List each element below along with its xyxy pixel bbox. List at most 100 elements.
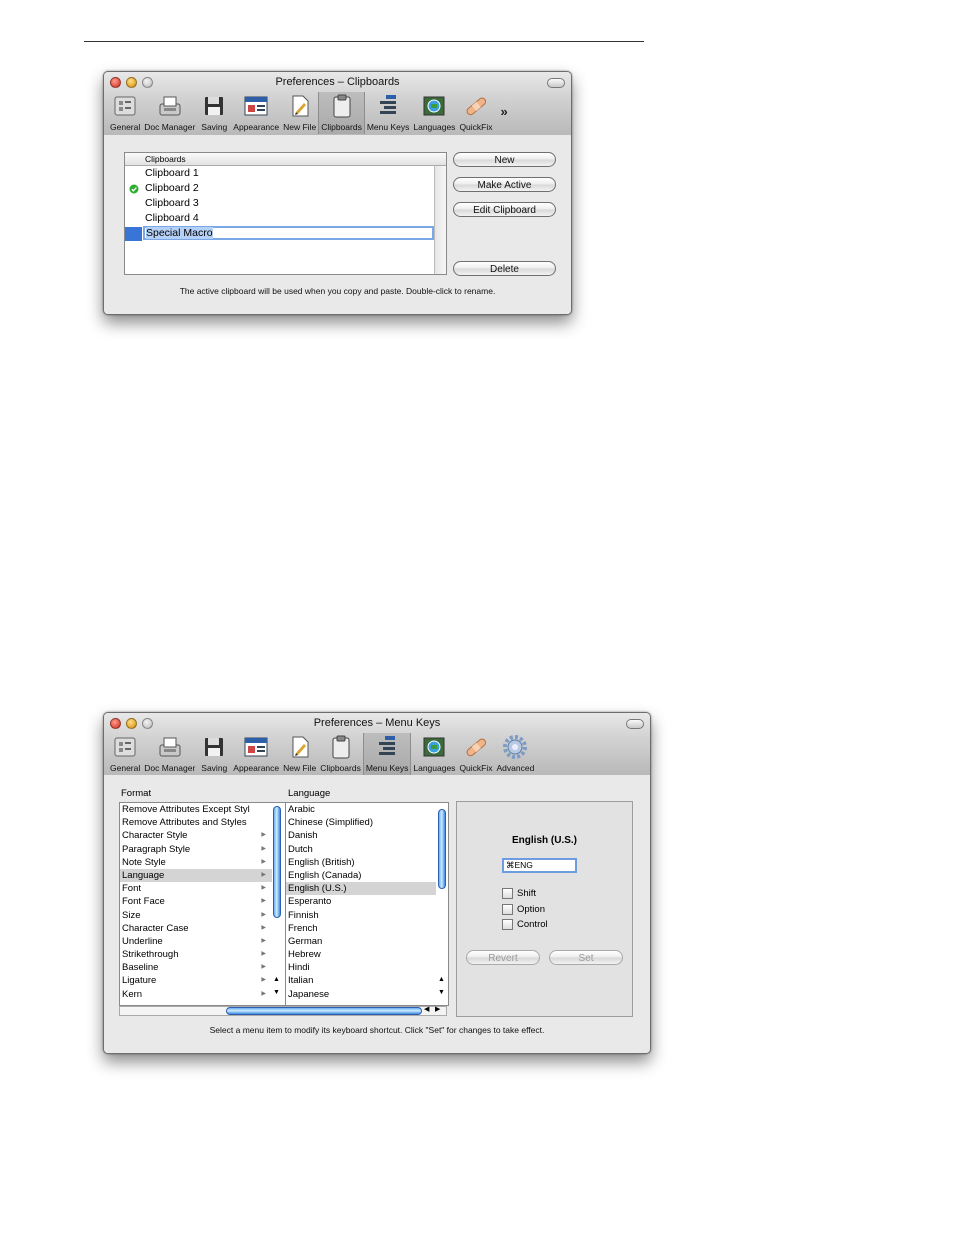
toolbar-menu-keys-label: Menu Keys — [365, 763, 409, 773]
format-list-item[interactable]: Size ▶ — [120, 909, 272, 922]
language-list-item[interactable]: Esperanto — [286, 895, 436, 908]
submenu-arrow-icon: ▶ — [261, 845, 266, 852]
format-list-item[interactable]: Note Style ▶ — [120, 856, 272, 869]
format-scroll-down-arrow[interactable]: ▼ — [273, 989, 280, 996]
language-list-scroll-thumb[interactable] — [438, 809, 446, 889]
toolbar-toggle-button[interactable] — [626, 719, 644, 729]
shortcut-field[interactable]: ⌘ENG — [502, 858, 577, 873]
format-list-scroll-thumb[interactable] — [273, 806, 281, 918]
toolbar-new-file[interactable]: New File — [281, 92, 318, 134]
toolbar-toggle-button[interactable] — [547, 78, 565, 88]
language-list-item[interactable]: English (British) — [286, 856, 436, 869]
shift-checkbox-box[interactable] — [502, 888, 513, 899]
language-list-item[interactable]: French — [286, 922, 436, 935]
clipboards-list[interactable]: Clipboards Clipboard 1 Clipboard 2 Clipb… — [124, 152, 447, 275]
make-active-button[interactable]: Make Active — [453, 177, 556, 192]
toolbar-menu-keys[interactable]: Menu Keys — [365, 92, 412, 134]
delete-button[interactable]: Delete — [453, 261, 556, 276]
language-list-item[interactable]: Finnish — [286, 909, 436, 922]
language-list-item[interactable]: English (U.S.) — [286, 882, 436, 896]
language-list-item[interactable]: Hindi — [286, 961, 436, 974]
rename-field[interactable]: Special Macro — [143, 226, 434, 240]
horizontal-scrollbar[interactable]: ◀ ▶ — [119, 1006, 447, 1016]
list-item-editing[interactable]: Special Macro — [125, 226, 446, 241]
format-list-item[interactable]: Baseline ▶ — [120, 961, 272, 974]
option-checkbox[interactable]: Option — [502, 904, 545, 915]
format-list-item[interactable]: Kern ▶ — [120, 988, 272, 1001]
format-scroll-up-arrow[interactable]: ▲ — [273, 976, 280, 983]
toolbar-quickfix[interactable]: QuickFix — [457, 733, 494, 775]
toolbar-languages[interactable]: Languages — [411, 92, 457, 134]
toolbar-languages-label: Languages — [413, 763, 456, 773]
format-list-item[interactable]: Character Style ▶ — [120, 829, 272, 842]
toolbar-appearance[interactable]: Appearance — [231, 92, 281, 134]
format-list[interactable]: Remove Attributes Except Styl Remove Attr… — [119, 802, 286, 1006]
list-item[interactable]: Clipboard 1 — [125, 166, 446, 181]
language-list-item[interactable]: Danish — [286, 829, 436, 842]
language-scroll-down-arrow[interactable]: ▼ — [438, 989, 445, 996]
doc-manager-icon — [155, 92, 185, 120]
language-list-item[interactable]: English (Canada) — [286, 869, 436, 882]
toolbar-saving[interactable]: Saving — [197, 733, 231, 775]
toolbar-overflow-button[interactable]: » — [501, 104, 508, 119]
control-checkbox[interactable]: Control — [502, 919, 548, 930]
format-list-item[interactable]: Remove Attributes and Styles — [120, 816, 272, 829]
format-column-label: Format — [121, 788, 152, 799]
language-list[interactable]: Arabic Chinese (Simplified) Danish Dutch Eng… — [285, 802, 449, 1006]
submenu-arrow-icon: ▶ — [261, 964, 266, 971]
shortcut-panel: English (U.S.) ⌘ENG Shift Option Control… — [456, 801, 633, 1017]
list-item[interactable]: Clipboard 4 — [125, 211, 446, 226]
format-list-item[interactable]: Remove Attributes Except Styl — [120, 803, 272, 816]
revert-button[interactable]: Revert — [466, 950, 540, 965]
toolbar: General Doc Manager Saving Appearance Ne… — [108, 92, 508, 134]
language-list-item[interactable]: German — [286, 935, 436, 948]
format-list-item[interactable]: Underline ▶ — [120, 935, 272, 948]
toolbar-quickfix[interactable]: QuickFix — [457, 92, 494, 134]
format-list-item[interactable]: Ligature ▶ — [120, 974, 272, 987]
option-checkbox-box[interactable] — [502, 904, 513, 915]
toolbar-new-file[interactable]: New File — [281, 733, 318, 775]
language-scroll-up-arrow[interactable]: ▲ — [438, 976, 445, 983]
horizontal-scroll-thumb[interactable] — [226, 1007, 422, 1015]
control-checkbox-box[interactable] — [502, 919, 513, 930]
toolbar-clipboards[interactable]: Clipboards — [318, 92, 365, 134]
toolbar-advanced[interactable]: Advanced — [495, 733, 537, 775]
new-file-icon — [285, 92, 315, 120]
toolbar-menu-keys[interactable]: Menu Keys — [362, 733, 412, 775]
language-list-item[interactable]: Arabic — [286, 803, 436, 816]
format-list-item[interactable]: Font ▶ — [120, 882, 272, 895]
language-list-item[interactable]: Dutch — [286, 843, 436, 856]
format-list-item[interactable]: Strikethrough ▶ — [120, 948, 272, 961]
toolbar-general[interactable]: General — [108, 733, 142, 775]
submenu-arrow-icon: ▶ — [261, 885, 266, 892]
language-list-item[interactable]: Chinese (Simplified) — [286, 816, 436, 829]
toolbar-languages[interactable]: Languages — [411, 733, 457, 775]
shift-checkbox[interactable]: Shift — [502, 888, 536, 899]
format-list-item[interactable]: Font Face ▶ — [120, 895, 272, 908]
scroll-left-arrow[interactable]: ◀ — [424, 1005, 429, 1013]
format-list-item[interactable]: Language ▶ — [120, 868, 272, 883]
scroll-right-arrow[interactable]: ▶ — [435, 1005, 440, 1013]
format-list-item[interactable]: Paragraph Style ▶ — [120, 843, 272, 856]
toolbar-doc-manager[interactable]: Doc Manager — [142, 92, 197, 134]
language-list-item[interactable]: Japanese — [286, 988, 436, 1001]
window-title: Preferences – Menu Keys — [313, 717, 441, 729]
set-button[interactable]: Set — [549, 950, 623, 965]
edit-clipboard-button[interactable]: Edit Clipboard — [453, 202, 556, 217]
toolbar-appearance[interactable]: Appearance — [231, 733, 281, 775]
toolbar-clipboards[interactable]: Clipboards — [318, 733, 363, 775]
language-column-label: Language — [288, 788, 331, 799]
language-list-item[interactable]: Italian — [286, 974, 436, 987]
list-item[interactable]: Clipboard 2 — [125, 181, 446, 196]
clipboard-icon — [326, 733, 356, 761]
language-list-item[interactable]: Hebrew — [286, 948, 436, 961]
submenu-arrow-icon: ▶ — [261, 937, 266, 944]
toolbar-doc-manager-label: Doc Manager — [144, 763, 196, 773]
format-list-item[interactable]: Character Case ▶ — [120, 922, 272, 935]
new-clipboard-button[interactable]: New — [453, 152, 556, 167]
toolbar-doc-manager[interactable]: Doc Manager — [142, 733, 197, 775]
toolbar-saving[interactable]: Saving — [197, 92, 231, 134]
list-item[interactable]: Clipboard 3 — [125, 196, 446, 211]
toolbar-general[interactable]: General — [108, 92, 142, 134]
list-scrollbar[interactable] — [434, 166, 446, 274]
